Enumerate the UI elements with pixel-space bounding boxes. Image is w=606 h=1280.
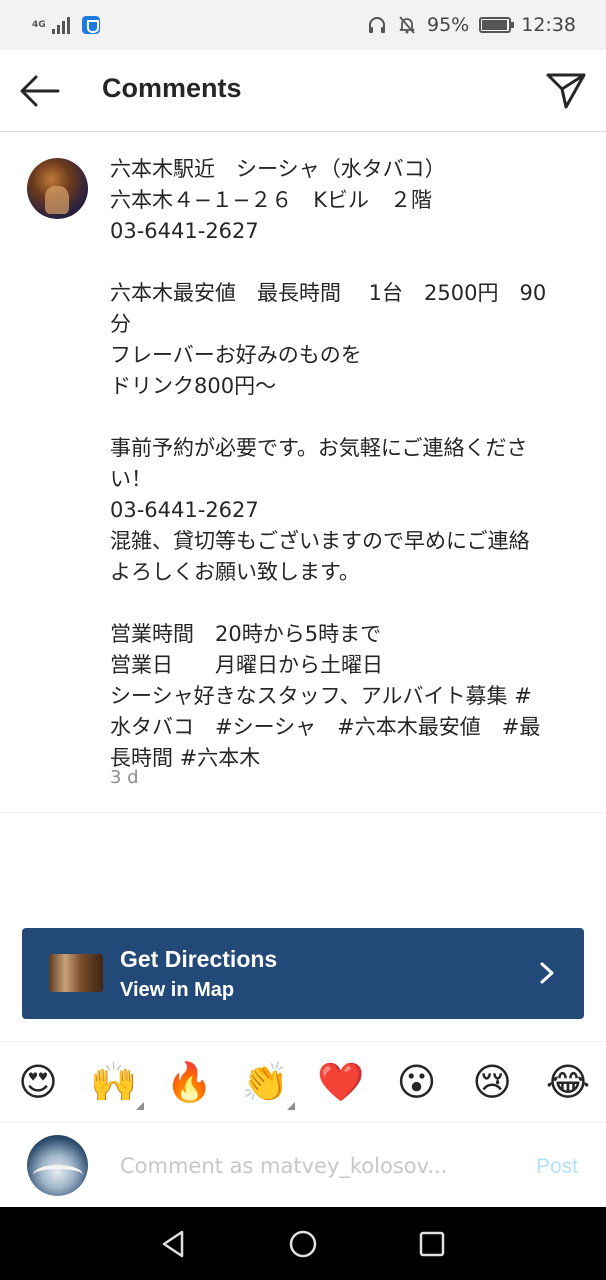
post-button[interactable]: Post [536, 1155, 578, 1179]
send-icon[interactable] [544, 69, 588, 111]
app-bar: Comments [0, 50, 606, 132]
comment-item: 六本木駅近 シーシャ（水タバコ） 六本木４−１−２６ Kビル ２階 03-644… [0, 133, 606, 813]
system-nav-bar [0, 1207, 606, 1280]
headphones-icon [369, 17, 385, 33]
heart-eyes-emoji-button[interactable]: 😍 [14, 1058, 62, 1106]
red-heart-emoji-button[interactable]: ❤️ [317, 1058, 365, 1106]
vpn-shield-icon [81, 16, 100, 34]
battery-icon [479, 17, 515, 33]
battery-fill [482, 20, 507, 30]
nav-home-icon[interactable] [288, 1229, 318, 1259]
get-directions-button[interactable]: Get Directions View in Map [22, 928, 584, 1019]
tears-of-joy-emoji-button[interactable]: 😂 [544, 1058, 592, 1106]
directions-subtitle: View in Map [120, 979, 235, 1001]
battery-percent: 95% [427, 14, 470, 36]
place-thumbnail [49, 954, 103, 992]
avatar[interactable] [27, 158, 88, 219]
page-title: Comments [102, 73, 242, 103]
clapping-emoji-button[interactable]: 👏 [241, 1058, 296, 1110]
mute-icon [399, 16, 415, 34]
status-left: 4G [32, 16, 100, 34]
comment-composer: Post [0, 1123, 606, 1207]
comment-timestamp: 3 d [110, 767, 139, 788]
back-arrow-icon[interactable] [16, 72, 64, 110]
surprised-emoji-button[interactable]: 😮 [393, 1058, 441, 1106]
network-type: 4G [32, 19, 46, 30]
comment-text: 六本木駅近 シーシャ（水タバコ） 六本木４−１−２６ Kビル ２階 03-644… [110, 157, 547, 770]
crying-emoji-button[interactable]: 😢 [468, 1058, 516, 1106]
comment-input[interactable] [120, 1149, 500, 1183]
status-right: 95% 12:38 [367, 14, 576, 36]
nav-recents-icon[interactable] [417, 1229, 447, 1259]
emoji-reaction-bar: 😍 🙌 🔥 👏 ❤️ 😮 😢 😂 [0, 1041, 606, 1123]
signal-icon [51, 16, 70, 34]
fire-emoji-button[interactable]: 🔥 [165, 1058, 213, 1106]
status-bar: 4G 95% 12:38 [0, 0, 606, 50]
directions-title: Get Directions [120, 946, 278, 972]
chevron-right-icon [540, 962, 554, 984]
user-avatar [27, 1135, 88, 1196]
nav-back-icon[interactable] [158, 1229, 188, 1259]
raised-hands-emoji-button[interactable]: 🙌 [90, 1058, 144, 1110]
clock: 12:38 [521, 14, 576, 36]
